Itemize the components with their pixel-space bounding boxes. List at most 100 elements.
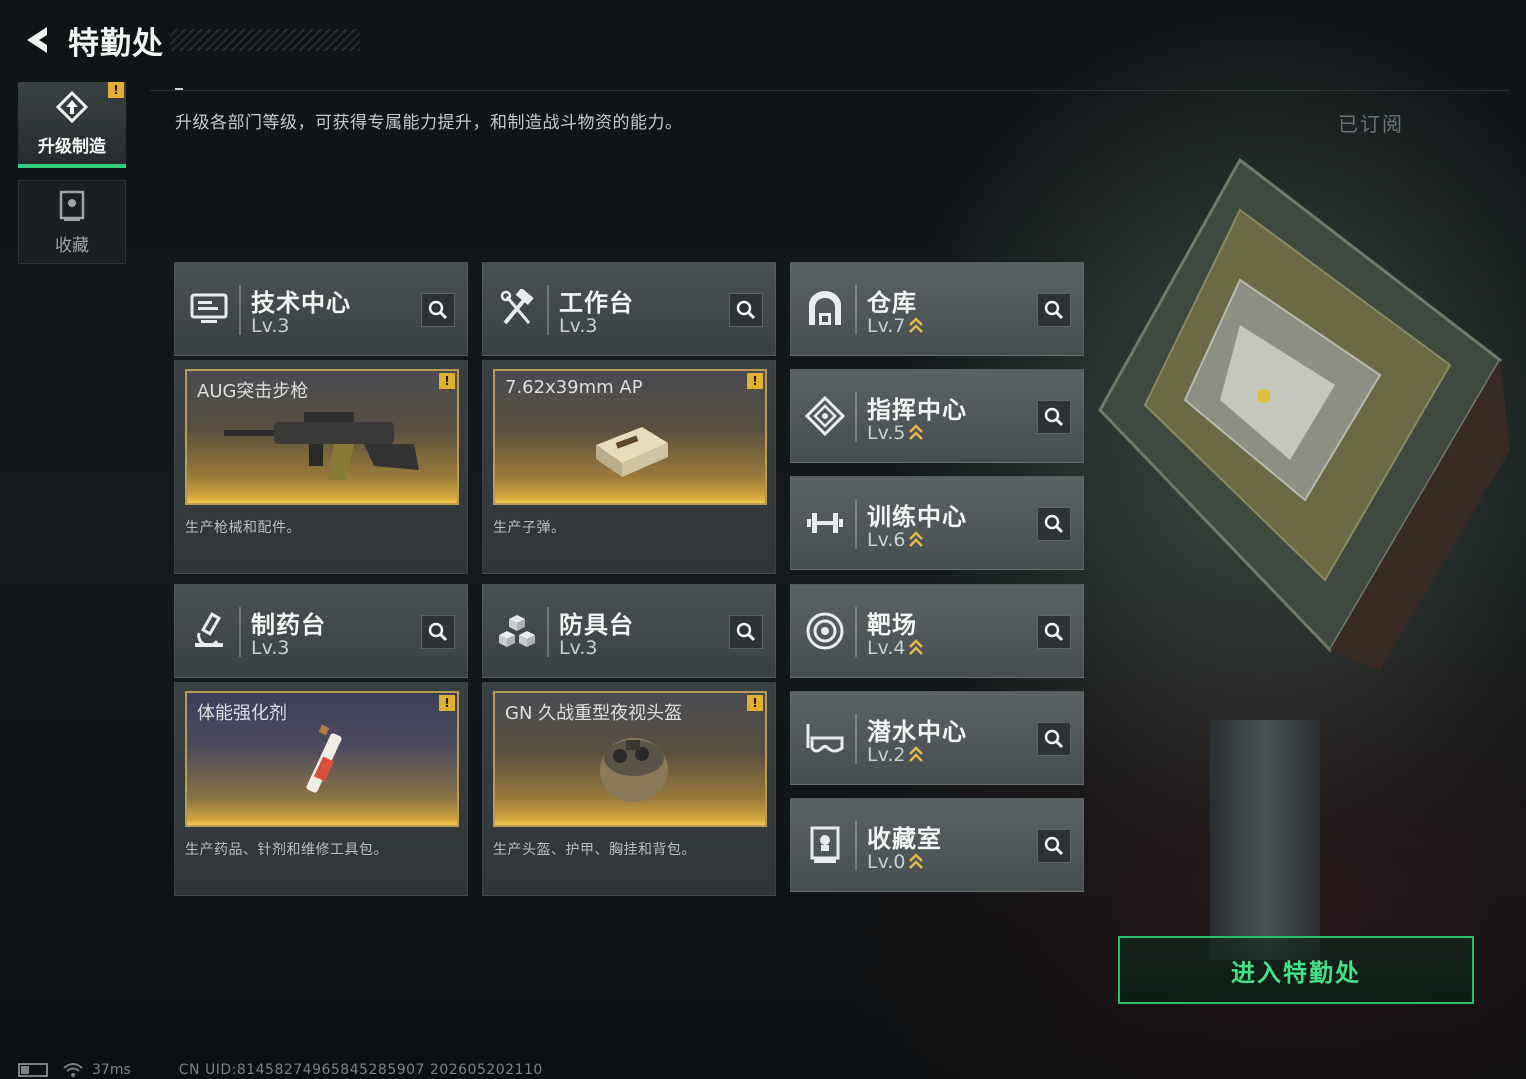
search-icon — [1044, 300, 1064, 320]
product-panel-armor: GN 久战重型夜视头盔 ! 生产头盔、护甲、胸挂和背包。 — [482, 682, 776, 896]
dept-card-tech-center[interactable]: 技术中心 Lv.3 — [174, 262, 468, 356]
header: 特勤处 — [18, 18, 360, 62]
level-text: Lv.0 — [867, 851, 906, 873]
dept-card-command-center[interactable]: 指挥中心 Lv.5 — [790, 369, 1084, 463]
dept-card-shooting-range[interactable]: 靶场 Lv.4 — [790, 584, 1084, 678]
upgrade-available-icon — [909, 639, 924, 657]
search-button[interactable] — [1037, 615, 1071, 649]
hammer-wrench-icon — [495, 287, 539, 331]
level-text: Lv.6 — [867, 529, 906, 551]
dept-name: 潜水中心 — [867, 718, 967, 746]
level-text: Lv.2 — [867, 744, 906, 766]
page-description: 升级各部门等级，可获得专属能力提升，和制造战斗物资的能力。 — [175, 113, 683, 133]
alert-badge: ! — [747, 695, 763, 711]
dept-name: 指挥中心 — [867, 396, 967, 424]
level-text: Lv.3 — [251, 315, 290, 337]
diving-mask-icon — [803, 716, 847, 760]
dept-level: Lv.7 — [867, 315, 924, 337]
back-button[interactable] — [18, 20, 58, 60]
alert-badge: ! — [747, 373, 763, 389]
dept-name: 工作台 — [559, 289, 634, 317]
dept-name: 防具台 — [559, 611, 634, 639]
dept-card-warehouse[interactable]: 仓库 Lv.7 — [790, 262, 1084, 356]
rifle-icon — [187, 395, 457, 495]
dept-name: 靶场 — [867, 611, 917, 639]
search-icon — [428, 300, 448, 320]
upgrade-available-icon — [909, 746, 924, 764]
search-button[interactable] — [1037, 829, 1071, 863]
dept-name: 训练中心 — [867, 503, 967, 531]
product-slot[interactable]: 体能强化剂 ! — [185, 691, 459, 827]
search-button[interactable] — [1037, 507, 1071, 541]
battery-icon — [18, 1062, 48, 1077]
microscope-icon — [187, 609, 231, 653]
dept-card-workbench[interactable]: 工作台 Lv.3 — [482, 262, 776, 356]
dept-level: Lv.3 — [251, 315, 289, 337]
search-button[interactable] — [1037, 400, 1071, 434]
product-description: 生产子弹。 — [493, 520, 566, 536]
separator — [855, 607, 857, 657]
tab-collection[interactable]: 收藏 — [18, 180, 126, 264]
upgrade-available-icon — [909, 424, 924, 442]
search-button[interactable] — [729, 615, 763, 649]
upgrade-available-icon — [909, 317, 924, 335]
search-button[interactable] — [1037, 722, 1071, 756]
tab-upgrade-craft[interactable]: 升级制造 ! — [18, 82, 126, 168]
product-description: 生产药品、针剂和维修工具包。 — [185, 842, 388, 858]
separator — [855, 499, 857, 549]
monitor-icon — [187, 287, 231, 331]
dept-level: Lv.3 — [559, 637, 597, 659]
dept-level: Lv.0 — [867, 851, 924, 873]
search-button[interactable] — [729, 293, 763, 327]
search-icon — [1044, 836, 1064, 856]
subscribed-label[interactable]: 已订阅 — [1338, 108, 1404, 137]
command-diamond-icon — [803, 394, 847, 438]
product-slot[interactable]: GN 久战重型夜视头盔 ! — [493, 691, 767, 827]
search-icon — [1044, 407, 1064, 427]
separator — [239, 285, 241, 335]
ping-readout: 37ms — [92, 1061, 131, 1078]
level-text: Lv.7 — [867, 315, 906, 337]
tab-label: 收藏 — [55, 235, 89, 256]
dept-level: Lv.6 — [867, 529, 924, 551]
alert-badge: ! — [439, 695, 455, 711]
separator — [855, 392, 857, 442]
upgrade-available-icon — [909, 853, 924, 871]
separator — [547, 285, 549, 335]
search-button[interactable] — [1037, 293, 1071, 327]
dept-card-training-center[interactable]: 训练中心 Lv.6 — [790, 476, 1084, 570]
level-text: Lv.3 — [251, 637, 290, 659]
level-text: Lv.3 — [559, 637, 598, 659]
search-icon — [428, 622, 448, 642]
dept-level: Lv.2 — [867, 744, 924, 766]
search-icon — [1044, 514, 1064, 534]
enter-special-ops-button[interactable]: 进入特勤处 — [1118, 936, 1474, 1004]
background-pillar — [1210, 720, 1320, 960]
warehouse-icon — [803, 287, 847, 331]
dept-card-diving-center[interactable]: 潜水中心 Lv.2 — [790, 691, 1084, 785]
separator — [855, 821, 857, 871]
search-button[interactable] — [421, 293, 455, 327]
search-button[interactable] — [421, 615, 455, 649]
separator — [547, 607, 549, 657]
product-slot[interactable]: 7.62x39mm AP ! — [493, 369, 767, 505]
dept-card-pharmacy[interactable]: 制药台 Lv.3 — [174, 584, 468, 678]
upgrade-icon — [55, 90, 89, 123]
user-uid: CN UID:8145827496584528590​7 20260520211… — [178, 1061, 543, 1078]
dept-level: Lv.3 — [559, 315, 597, 337]
dept-level: Lv.5 — [867, 422, 924, 444]
product-description: 生产头盔、护甲、胸挂和背包。 — [493, 842, 696, 858]
product-panel-workbench: 7.62x39mm AP ! 生产子弹。 — [482, 360, 776, 574]
dept-card-collection-room[interactable]: 收藏室 Lv.0 — [790, 798, 1084, 892]
tab-label: 升级制造 — [38, 136, 106, 157]
dept-level: Lv.3 — [251, 637, 289, 659]
wifi-icon — [63, 1062, 83, 1077]
status-bar: 37ms CN UID:8145827496584528590​7 202605… — [18, 1060, 543, 1079]
product-slot[interactable]: AUG突击步枪 ! — [185, 369, 459, 505]
separator — [855, 285, 857, 335]
syringe-icon — [187, 717, 457, 817]
helmet-icon — [495, 717, 765, 817]
dept-card-armor[interactable]: 防具台 Lv.3 — [482, 584, 776, 678]
divider — [150, 90, 1510, 91]
separator — [239, 607, 241, 657]
